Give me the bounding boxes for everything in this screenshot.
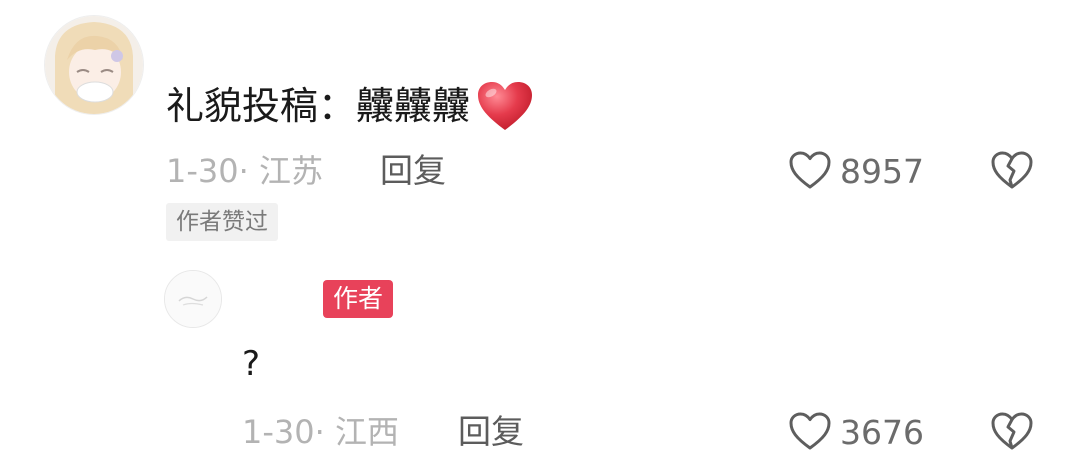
broken-heart-icon [990,412,1034,455]
reply-like-button[interactable]: 3676 [788,411,924,455]
reply-like-count: 3676 [840,413,924,452]
reply-button[interactable]: 回复 [380,151,446,191]
blank-avatar-icon [165,271,221,327]
comment-emoji-text: 齉齉齉 [356,84,471,128]
reply-author-avatar[interactable] [164,270,222,328]
commenter-avatar[interactable] [44,15,144,115]
author-liked-badge: 作者赞过 [166,203,278,241]
comment-content: 礼貌投稿： 齉齉齉 [166,77,534,135]
comment-text: 礼貌投稿： [166,84,357,128]
author-badge: 作者 [323,280,394,318]
like-count: 8957 [840,152,924,191]
heart-outline-icon [788,411,832,455]
red-heart-emoji-icon [476,80,534,132]
reply-content: ? [242,344,261,384]
reply-dislike-button[interactable] [990,411,1034,455]
broken-heart-icon [990,151,1034,194]
anime-avatar-icon [45,16,143,114]
reply-date-location: 1-30· 江西 [242,413,399,451]
dislike-button[interactable] [990,150,1034,194]
comment-date-location: 1-30· 江苏 [166,152,323,190]
reply-to-reply-button[interactable]: 回复 [458,412,524,452]
like-button[interactable]: 8957 [788,150,924,194]
heart-outline-icon [788,150,832,194]
